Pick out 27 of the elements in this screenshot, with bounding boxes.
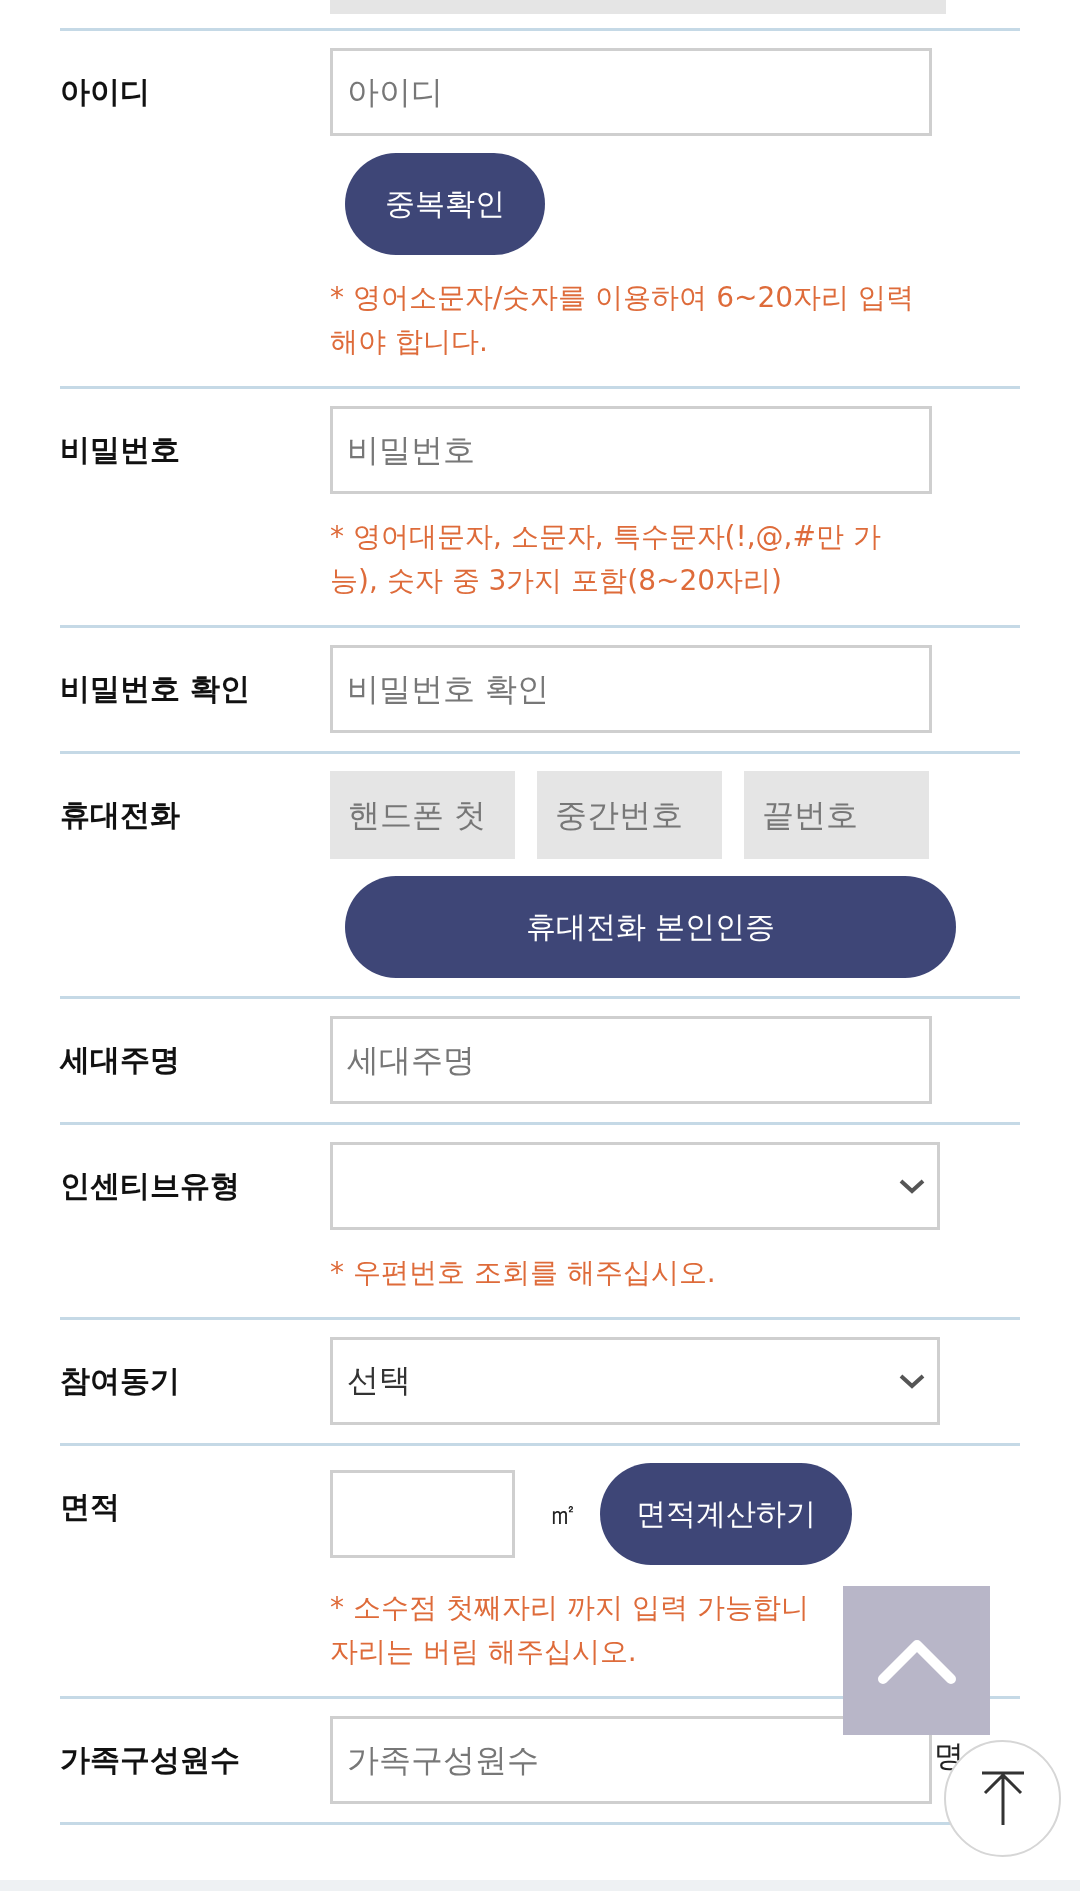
select-field[interactable]: 선택: [330, 1337, 940, 1425]
verify-button[interactable]: 휴대전화 본인인증: [345, 876, 956, 978]
field-label: 아이디: [60, 73, 151, 111]
field-label: 휴대전화: [60, 796, 181, 834]
hint-text: * 영어대문자, 소문자, 특수문자(!,@,#만 가 능), 숫자 중 3가지 포함(8~20자리): [330, 519, 881, 599]
input-field[interactable]: 비밀번호 확인: [330, 645, 932, 733]
input-field[interactable]: 아이디: [330, 48, 932, 136]
input-field[interactable]: 가족구성원수: [330, 1716, 932, 1804]
area-field[interactable]: [330, 1470, 515, 1558]
field-label: 면적: [60, 1488, 121, 1526]
field-label: 비밀번호 확인: [60, 670, 252, 708]
input-field[interactable]: 세대주명: [330, 1016, 932, 1104]
hint-text: * 영어소문자/숫자를 이용하여 6~20자리 입력 해야 합니다.: [330, 280, 914, 360]
input-field[interactable]: 비밀번호: [330, 406, 932, 494]
hint-text: * 소수점 첫째자리 까지 입력 가능합니 자리는 버림 해주십시오.: [330, 1590, 809, 1670]
arrow-to-top-icon: [979, 1770, 1026, 1827]
hint-text: * 우편번호 조회를 해주십시오.: [330, 1255, 716, 1291]
calculate-button[interactable]: 면적계산하기: [600, 1463, 852, 1565]
scroll-up-button[interactable]: [843, 1586, 990, 1735]
field-label: 세대주명: [60, 1041, 181, 1079]
check-button[interactable]: 중복확인: [345, 153, 545, 255]
field-label: 참여동기: [60, 1362, 181, 1400]
field-label: 가족구성원수: [60, 1741, 241, 1779]
select-field[interactable]: [330, 1142, 940, 1230]
unit-label: ㎡: [548, 1494, 578, 1533]
field-label: 비밀번호: [60, 431, 181, 469]
field-label: 인센티브유형: [60, 1167, 241, 1205]
